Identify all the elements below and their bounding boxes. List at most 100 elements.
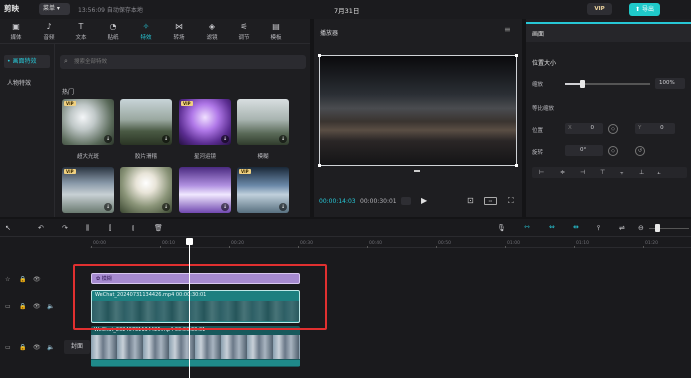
video-clip-main[interactable]: WeChat_20240731134426.mp4 00:00:30:01: [91, 326, 300, 367]
vip-badge[interactable]: VIP: [587, 3, 612, 15]
cover-button[interactable]: 封面: [64, 340, 90, 354]
split-icon[interactable]: ⫼: [86, 224, 89, 233]
position-x-keyframe-icon[interactable]: ◇: [608, 124, 618, 134]
menu-icon[interactable]: ≡: [504, 25, 511, 34]
align-middle-v-icon[interactable]: ⫟: [620, 169, 624, 177]
rotate-keyframe-icon[interactable]: ◇: [608, 146, 618, 156]
menu-button[interactable]: 菜单 ▾: [39, 3, 70, 15]
tab-picture[interactable]: [526, 22, 691, 42]
zoom-out-icon[interactable]: ⊖: [638, 224, 644, 232]
tab-sticker[interactable]: ◔ 贴纸: [98, 22, 128, 41]
align-top-icon[interactable]: ⊤: [600, 169, 605, 176]
resize-handle-tr[interactable]: [515, 54, 518, 57]
tab-effects[interactable]: ✧ 特效: [131, 22, 161, 41]
lock-icon[interactable]: 🔒: [19, 276, 26, 283]
section-hot-title: 热门: [62, 89, 75, 96]
effect-card[interactable]: ↓: [237, 99, 289, 145]
lock-icon[interactable]: 🔒: [19, 303, 26, 310]
video-preview[interactable]: [318, 54, 518, 167]
ruler-tick-label: 00:30: [300, 241, 313, 246]
resize-handle-br[interactable]: [515, 164, 518, 167]
align-left-icon[interactable]: ⊢: [539, 169, 544, 176]
rotate-reset-icon[interactable]: ↺: [635, 146, 645, 156]
position-x-field[interactable]: X 0: [565, 123, 603, 134]
split-left-icon[interactable]: ⫿: [109, 224, 111, 233]
export-button[interactable]: ⬆ 导出: [629, 3, 660, 16]
tab-audio[interactable]: ♪ 音频: [34, 22, 64, 41]
align-right-icon[interactable]: ⊣: [580, 169, 585, 176]
effect-card[interactable]: VIP ↓: [237, 167, 289, 213]
scale-value-field[interactable]: 100%: [655, 78, 685, 89]
effect-card[interactable]: VIP ↓: [179, 99, 231, 145]
side-item-scene-effects[interactable]: • 画面特效: [4, 55, 50, 68]
effect-card[interactable]: ↓: [120, 167, 172, 213]
scale-slider-knob[interactable]: [580, 80, 585, 88]
video-track-icon: ▭: [5, 303, 11, 310]
select-tool-icon[interactable]: ↖: [5, 224, 11, 232]
tab-label: 模板: [270, 35, 282, 41]
vip-tag: VIP: [64, 169, 76, 174]
tab-text[interactable]: T 文本: [66, 22, 96, 41]
time-ruler[interactable]: [90, 238, 691, 248]
align-bottom-icon[interactable]: ⊥: [639, 169, 644, 176]
tab-filter[interactable]: ◈ 滤镜: [197, 22, 227, 41]
ratio-icon[interactable]: ▭: [484, 197, 497, 205]
align-distribute-icon[interactable]: ⫠: [657, 169, 661, 177]
zoom-slider-knob[interactable]: [655, 224, 660, 232]
effect-card[interactable]: VIP ↓: [62, 167, 114, 213]
lock-icon[interactable]: 🔒: [19, 344, 26, 351]
tab-label: 媒体: [10, 35, 22, 41]
download-icon[interactable]: ↓: [221, 135, 229, 143]
effect-card[interactable]: VIP ↓: [62, 99, 114, 145]
ruler-tick: [91, 246, 92, 248]
project-title: 7月31日: [334, 7, 360, 15]
redo-icon[interactable]: ↷: [62, 224, 68, 232]
effect-card[interactable]: ↓: [120, 99, 172, 145]
eye-icon[interactable]: 👁: [33, 344, 41, 351]
ruler-tick-label: 00:00: [93, 241, 106, 246]
snap-icon[interactable]: ⇹: [573, 223, 579, 231]
delete-icon[interactable]: 🗑: [154, 224, 163, 232]
microphone-icon[interactable]: 🎙: [497, 224, 506, 232]
audio-icon: ♪: [46, 22, 52, 31]
tab-adjust[interactable]: ⚟ 调节: [229, 22, 259, 41]
rotate-field[interactable]: 0°: [565, 145, 603, 156]
main-track-magnet-icon[interactable]: ⇔: [549, 223, 555, 231]
download-icon[interactable]: ↓: [104, 203, 112, 211]
grid-icon[interactable]: [401, 197, 411, 205]
fit-screen-icon[interactable]: ⊡: [467, 196, 474, 205]
effects-search-input[interactable]: [60, 55, 306, 69]
download-icon[interactable]: ↓: [104, 135, 112, 143]
download-icon[interactable]: ↓: [162, 203, 170, 211]
playhead[interactable]: [189, 238, 190, 378]
download-icon[interactable]: ↓: [279, 203, 287, 211]
ruler-tick: [229, 246, 230, 248]
vip-tag: VIP: [64, 101, 76, 106]
playhead-handle[interactable]: [186, 238, 193, 245]
preview-axis-icon[interactable]: ⫯: [597, 224, 600, 233]
resize-handle-bl[interactable]: [318, 164, 321, 167]
fullscreen-icon[interactable]: ⛶: [508, 196, 514, 206]
eye-icon[interactable]: 👁: [33, 276, 41, 283]
eye-icon[interactable]: 👁: [33, 303, 41, 310]
position-y-field[interactable]: Y 0: [635, 123, 675, 134]
effect-card[interactable]: ↓: [179, 167, 231, 213]
undo-icon[interactable]: ↶: [38, 224, 44, 232]
align-center-h-icon[interactable]: ≑: [560, 169, 565, 176]
download-icon[interactable]: ↓: [279, 135, 287, 143]
play-icon[interactable]: ▶: [421, 196, 427, 205]
rotate-handle[interactable]: [414, 170, 420, 172]
resize-handle-tl[interactable]: [318, 54, 321, 57]
split-right-icon[interactable]: ⫾: [132, 224, 134, 233]
download-icon[interactable]: ↓: [221, 203, 229, 211]
tab-media[interactable]: ▣ 媒体: [1, 22, 31, 41]
tab-transition[interactable]: ⋈ 转场: [164, 22, 194, 41]
side-item-person-effects[interactable]: 人物特效: [4, 77, 50, 90]
download-icon[interactable]: ↓: [162, 135, 170, 143]
link-clips-icon[interactable]: ⇿: [524, 223, 530, 231]
speaker-icon[interactable]: 🔈: [47, 303, 54, 310]
tab-template[interactable]: ▤ 模板: [261, 22, 291, 41]
ruler-tick-label: 00:40: [369, 241, 382, 246]
speaker-icon[interactable]: 🔈: [47, 344, 54, 351]
fit-timeline-icon[interactable]: ⇌: [619, 224, 625, 232]
